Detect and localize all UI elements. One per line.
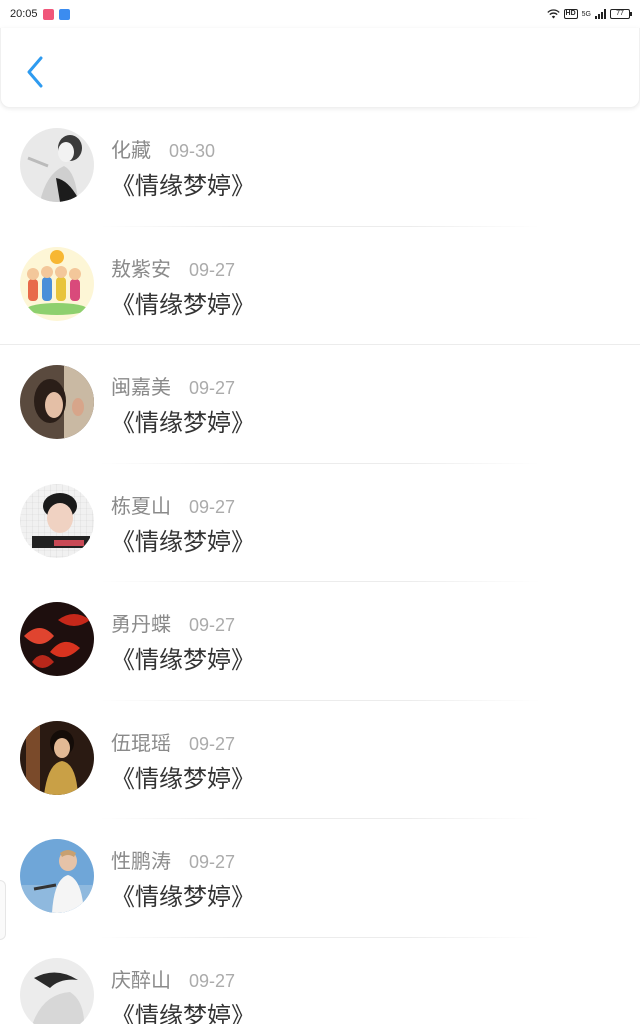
author-name: 敖紫安	[111, 256, 171, 281]
list-item[interactable]: 闽嘉美 09-27 《情缘梦婷》	[0, 345, 640, 464]
author-name: 栋夏山	[111, 493, 171, 518]
post-title[interactable]: 《情缘梦婷》	[111, 877, 255, 912]
post-title[interactable]: 《情缘梦婷》	[111, 403, 255, 438]
list-item[interactable]: 化藏 09-30 《情缘梦婷》	[0, 108, 640, 227]
name-row: 栋夏山 09-27	[111, 490, 235, 519]
list-item[interactable]: 栋夏山 09-27 《情缘梦婷》	[0, 464, 640, 582]
post-date: 09-27	[189, 615, 236, 635]
status-time: 20:05	[10, 8, 38, 20]
post-date: 09-30	[169, 141, 216, 161]
post-date: 09-27	[189, 852, 236, 872]
nav-bar	[0, 28, 640, 108]
list-item[interactable]: 勇丹蝶 09-27 《情缘梦婷》	[0, 582, 640, 701]
chevron-left-icon	[27, 56, 43, 88]
list-item[interactable]: 敖紫安 09-27 《情缘梦婷》	[0, 227, 640, 345]
author-name: 伍琨瑶	[111, 730, 171, 755]
avatar[interactable]	[20, 602, 94, 676]
name-row: 闽嘉美 09-27	[111, 371, 235, 400]
post-date: 09-27	[189, 970, 236, 991]
avatar[interactable]	[20, 839, 94, 913]
app-notification-icon	[42, 8, 54, 20]
post-title[interactable]: 《情缘梦婷》	[111, 640, 255, 675]
post-date: 09-27	[189, 733, 236, 754]
avatar[interactable]	[20, 720, 94, 795]
name-row: 性鹏涛 09-27	[111, 845, 235, 874]
post-date: 09-27	[189, 378, 236, 398]
author-name: 闽嘉美	[111, 375, 171, 399]
avatar[interactable]	[20, 128, 94, 202]
signal-icon	[595, 9, 606, 19]
author-name: 化藏	[111, 138, 151, 162]
avatar[interactable]	[20, 483, 94, 558]
hd-badge: HD	[563, 9, 578, 19]
author-name: 性鹏涛	[111, 849, 171, 873]
post-title[interactable]: 《情缘梦婷》	[111, 996, 255, 1024]
name-row: 勇丹蝶 09-27	[111, 608, 235, 637]
post-title[interactable]: 《情缘梦婷》	[111, 522, 255, 557]
status-bar: 20:05 HD 5G 77	[0, 0, 640, 28]
wifi-icon	[546, 9, 560, 19]
list-item[interactable]: 伍琨瑶 09-27 《情缘梦婷》	[0, 701, 640, 819]
name-row: 庆醉山 09-27	[111, 964, 235, 993]
author-name: 勇丹蝶	[111, 612, 171, 636]
avatar[interactable]	[20, 957, 94, 1024]
status-right: HD 5G 77	[546, 9, 632, 19]
author-name: 庆醉山	[111, 967, 171, 992]
name-row: 伍琨瑶 09-27	[111, 727, 235, 756]
post-date: 09-27	[189, 496, 236, 517]
app-notification-icon	[58, 8, 70, 20]
post-title[interactable]: 《情缘梦婷》	[111, 166, 255, 201]
post-title[interactable]: 《情缘梦婷》	[111, 759, 255, 794]
message-list: 化藏 09-30 《情缘梦婷》 敖紫安 09-27 《情缘梦婷》 闽嘉美 09-…	[0, 108, 640, 1024]
back-button[interactable]	[19, 54, 51, 90]
list-item[interactable]: 性鹏涛 09-27 《情缘梦婷》	[0, 819, 640, 938]
name-row: 化藏 09-30	[111, 134, 215, 163]
post-title[interactable]: 《情缘梦婷》	[111, 285, 255, 320]
post-date: 09-27	[189, 259, 236, 280]
list-item[interactable]: 庆醉山 09-27 《情缘梦婷》	[0, 938, 640, 1024]
side-handle[interactable]	[0, 880, 6, 940]
battery-icon: 77	[610, 9, 632, 19]
name-row: 敖紫安 09-27	[111, 253, 235, 282]
network-type: 5G	[581, 10, 591, 18]
avatar[interactable]	[20, 365, 94, 439]
status-left: 20:05	[10, 8, 70, 20]
avatar[interactable]	[20, 246, 94, 321]
